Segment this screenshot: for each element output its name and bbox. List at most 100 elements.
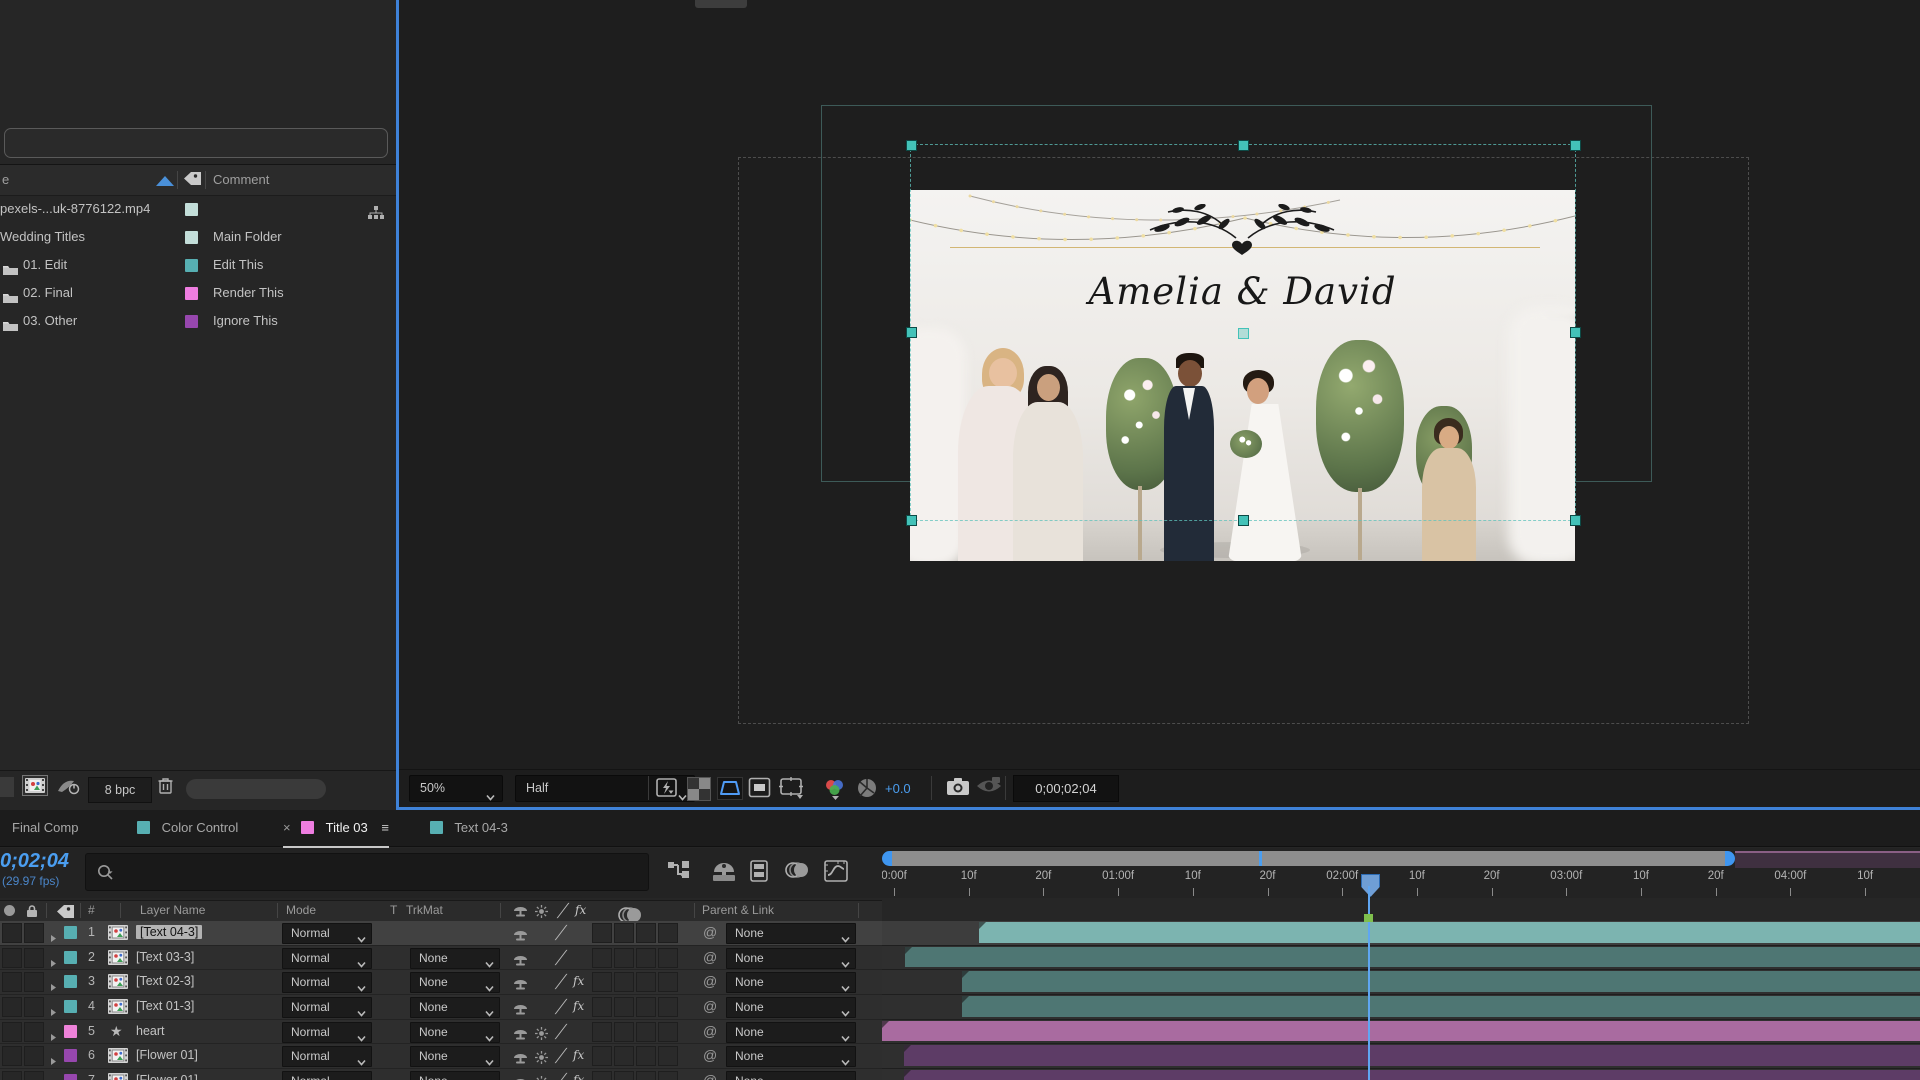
shy-column-icon[interactable] (513, 905, 528, 917)
parent-link-dropdown[interactable]: None (726, 1022, 856, 1043)
selection-handle[interactable] (1570, 515, 1581, 526)
preview-timecode[interactable]: 0;00;02;04 (1013, 775, 1119, 802)
region-of-interest-icon[interactable] (748, 777, 771, 798)
parent-link-column-label[interactable]: Parent & Link (702, 903, 774, 917)
layer-duration-bar[interactable] (979, 922, 1920, 943)
project-item-name[interactable]: Wedding Titles (0, 223, 85, 251)
playhead-handle[interactable] (1361, 874, 1380, 897)
blend-mode-dropdown[interactable]: Normal (282, 972, 372, 993)
quality-column-icon[interactable]: ╱ (558, 903, 566, 919)
trash-icon[interactable] (158, 777, 173, 794)
layer-row[interactable]: 1 [Text 04-3] Normal ╱ @ None (0, 921, 882, 946)
layer-duration-bar[interactable] (882, 1021, 1920, 1042)
selection-handle[interactable] (906, 327, 917, 338)
exposure-aperture-icon[interactable] (856, 777, 878, 799)
close-tab-icon[interactable]: × (283, 820, 291, 835)
sort-ascending-icon[interactable] (156, 176, 174, 186)
video-toggle[interactable] (2, 972, 22, 992)
layer-duration-bar[interactable] (904, 1045, 1920, 1066)
timeline-search-box[interactable] (85, 853, 649, 891)
layer-name[interactable]: [Text 02-3] (136, 970, 194, 993)
trkmat-dropdown[interactable]: None (410, 1022, 500, 1043)
composition-marker[interactable] (1364, 914, 1373, 922)
quality-switch[interactable]: ╱ (556, 921, 564, 944)
parent-pickwhip-icon[interactable]: @ (703, 970, 717, 993)
layer-track-row[interactable] (882, 1020, 1920, 1045)
video-toggle[interactable] (2, 923, 22, 943)
project-item-row[interactable]: 02. Final Render This (0, 279, 396, 307)
layer-duration-bar[interactable] (905, 947, 1920, 968)
quality-switch[interactable]: ╱ (556, 1020, 564, 1043)
twirl-chevron-icon[interactable] (49, 1076, 58, 1080)
time-navigator-bar[interactable] (892, 851, 1725, 866)
project-search-box[interactable] (4, 128, 388, 158)
timeline-tab-final-comp[interactable]: Final Comp (12, 810, 78, 846)
parent-pickwhip-icon[interactable]: @ (703, 946, 717, 969)
label-chip[interactable] (185, 287, 198, 300)
bit-depth-button[interactable]: 8 bpc (88, 777, 152, 803)
parent-link-dropdown[interactable]: None (726, 1046, 856, 1067)
fast-preview-icon[interactable] (656, 777, 680, 799)
layer-track-row[interactable] (882, 995, 1920, 1020)
layer-row[interactable]: 3 [Text 02-3] Normal None ╱fx @ None (0, 970, 882, 995)
fx-switch[interactable]: fx (573, 1044, 584, 1067)
video-toggle[interactable] (2, 1046, 22, 1066)
channel-rgb-icon[interactable] (823, 777, 849, 801)
footer-partial-button[interactable] (0, 777, 14, 797)
panel-menu-icon[interactable]: ≡ (381, 820, 389, 835)
video-toggle[interactable] (2, 1022, 22, 1042)
layer-label-chip[interactable] (64, 951, 77, 964)
parent-link-dropdown[interactable]: None (726, 997, 856, 1018)
layer-label-chip[interactable] (64, 1025, 77, 1038)
label-chip[interactable] (185, 231, 198, 244)
audio-toggle[interactable] (24, 923, 44, 943)
audio-toggle[interactable] (24, 997, 44, 1017)
mode-column-label[interactable]: Mode (286, 903, 316, 917)
motion-blur-icon[interactable] (784, 860, 810, 880)
selection-handle[interactable] (906, 515, 917, 526)
layer-row[interactable]: 5 ★ heart Normal None ╱ @ None (0, 1020, 882, 1045)
audio-toggle[interactable] (24, 1046, 44, 1066)
layer-name-column-label[interactable]: Layer Name (140, 903, 205, 917)
trkmat-dropdown[interactable]: None (410, 997, 500, 1018)
layer-name[interactable]: [Text 04-3] (136, 921, 202, 944)
timeline-tab-title-03[interactable]: × Title 03 ≡ (283, 810, 389, 848)
layer-track-row[interactable] (882, 1044, 1920, 1069)
frame-blending-icon[interactable] (750, 860, 768, 882)
layer-row[interactable]: 6 [Flower 01] Normal None ╱fx @ None (0, 1044, 882, 1069)
horizontal-scrollbar[interactable] (186, 779, 326, 799)
interpret-footage-icon[interactable] (22, 775, 48, 796)
layer-track-row[interactable] (882, 921, 1920, 946)
layer-row[interactable]: 7 [Flower 01] Normal None ╱fx @ None (0, 1069, 882, 1080)
layer-name[interactable]: [Flower 01] (136, 1044, 198, 1067)
layer-duration-bar[interactable] (962, 971, 1920, 992)
layer-duration-bar[interactable] (904, 1070, 1920, 1080)
project-item-row[interactable]: 01. Edit Edit This (0, 251, 396, 279)
quality-switch[interactable]: ╱ (556, 970, 564, 993)
parent-pickwhip-icon[interactable]: @ (703, 1020, 717, 1043)
blend-mode-dropdown[interactable]: Normal (282, 948, 372, 969)
fx-column-icon[interactable]: fx (575, 903, 586, 917)
project-item-row[interactable]: pexels-...uk-8776122.mp4 (0, 195, 396, 223)
label-column-tag-icon[interactable] (183, 171, 202, 186)
project-item-name[interactable]: 01. Edit (23, 251, 67, 279)
parent-link-dropdown[interactable]: None (726, 948, 856, 969)
parent-pickwhip-icon[interactable]: @ (703, 995, 717, 1018)
snapshot-camera-icon[interactable] (946, 777, 970, 796)
video-toggle[interactable] (2, 997, 22, 1017)
layer-row[interactable]: 2 [Text 03-3] Normal None ╱ @ None (0, 946, 882, 971)
parent-link-dropdown[interactable]: None (726, 1071, 856, 1080)
selection-handle[interactable] (906, 140, 917, 151)
create-proxy-icon[interactable] (56, 777, 80, 795)
fx-switch[interactable]: fx (573, 995, 584, 1018)
selection-handle[interactable] (1238, 515, 1249, 526)
selection-handle[interactable] (1238, 140, 1249, 151)
project-item-name[interactable]: 03. Other (23, 307, 77, 335)
video-toggle[interactable] (2, 948, 22, 968)
choose-grid-guides-icon[interactable] (779, 777, 805, 799)
timeline-tab-text-04-3[interactable]: Text 04-3 (430, 810, 508, 846)
project-item-name[interactable]: pexels-...uk-8776122.mp4 (0, 195, 150, 223)
navigator-start-handle[interactable] (882, 851, 892, 866)
transparency-grid-icon[interactable] (687, 777, 711, 801)
layer-label-chip[interactable] (64, 1000, 77, 1013)
